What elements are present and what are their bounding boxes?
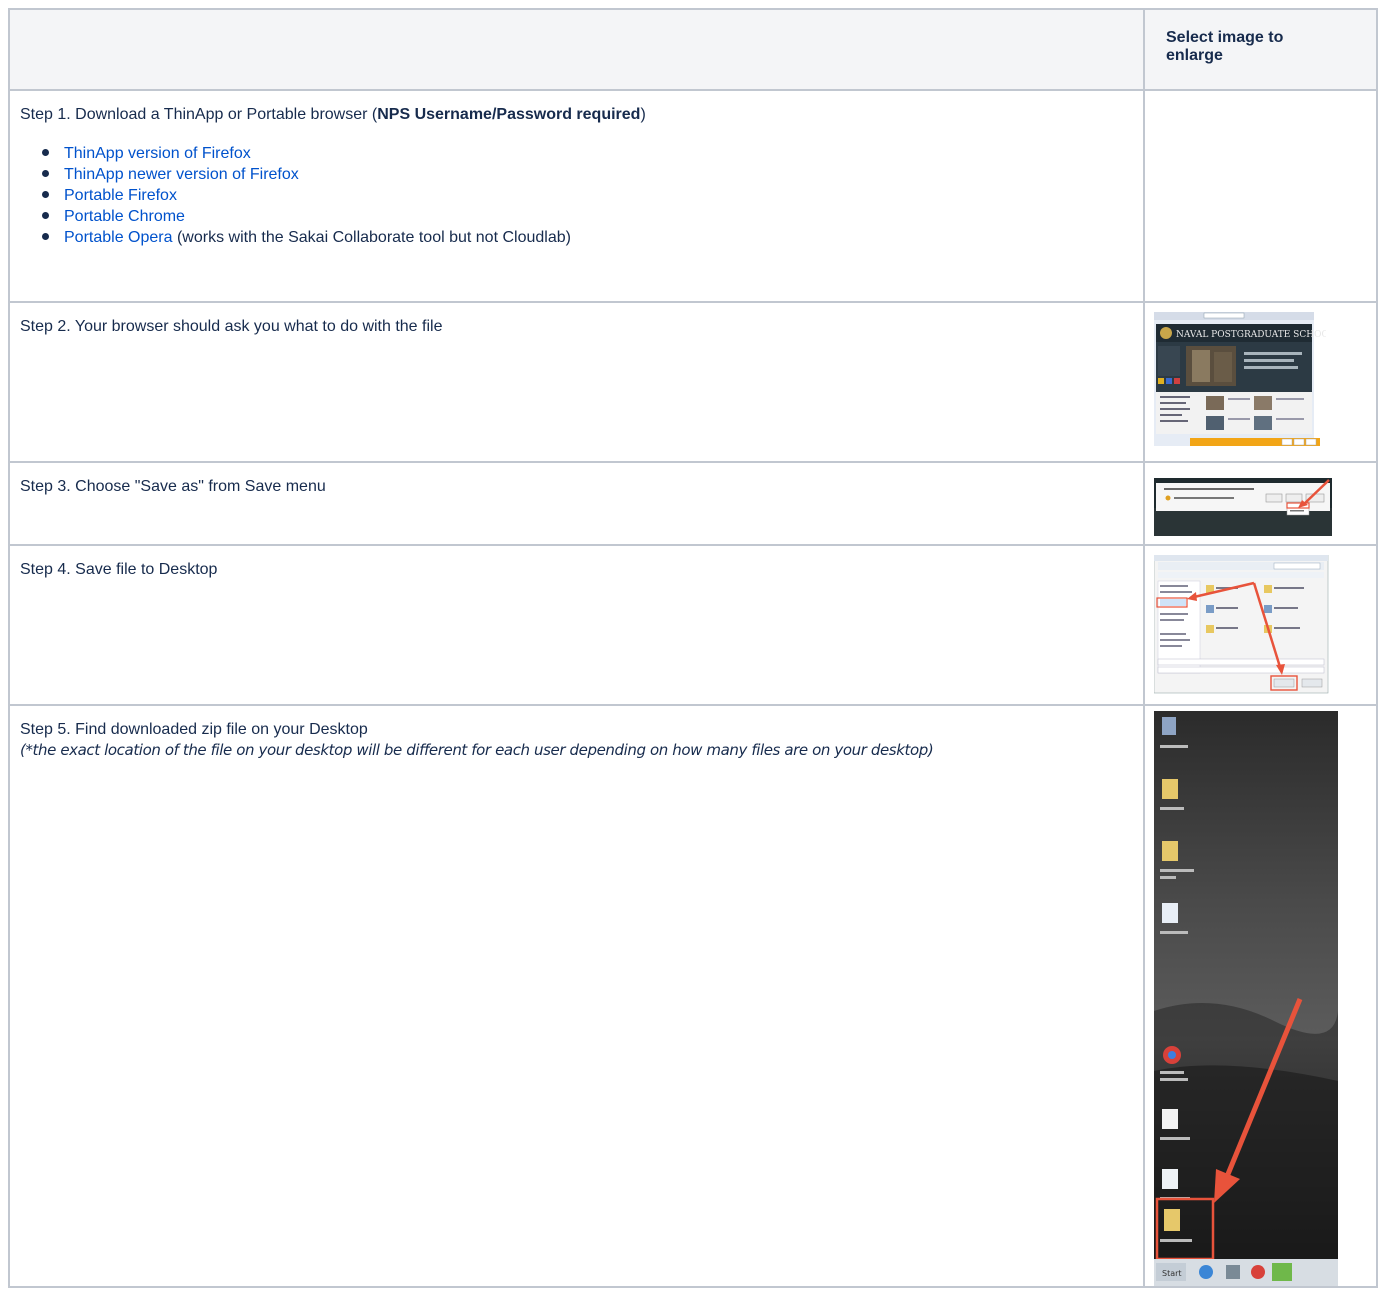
step-4-row: Step 4. Save file to Desktop	[8, 544, 1378, 706]
zip-folder-icon	[1164, 1209, 1180, 1231]
save-dialog-thumbnail[interactable]	[1154, 478, 1332, 538]
save-to-desktop-thumbnail[interactable]	[1154, 555, 1334, 695]
step-3-row: Step 3. Choose "Save as" from Save menu	[8, 461, 1378, 546]
step-2-text: Step 2. Your browser should ask you what…	[20, 318, 443, 335]
step-5-image-cell: Start	[1143, 704, 1378, 1288]
file-icon	[1162, 1169, 1178, 1189]
step-2-image-cell: NAVAL POSTGRADUATE SCHOOL	[1143, 301, 1378, 463]
step-1-image-cell	[1143, 89, 1378, 303]
credentials-required: NPS Username/Password required	[377, 106, 641, 123]
folder-icon	[1162, 779, 1178, 799]
step-2-row: Step 2. Your browser should ask you what…	[8, 301, 1378, 463]
step-5-cell: Step 5. Find downloaded zip file on your…	[8, 704, 1145, 1288]
recycle-bin-icon	[1162, 717, 1176, 735]
folder-icon	[1162, 841, 1178, 861]
step-4-text: Step 4. Save file to Desktop	[20, 561, 218, 578]
header-row: Select image to enlarge	[8, 8, 1378, 91]
step-3-text: Step 3. Choose "Save as" from Save menu	[20, 478, 326, 495]
portable-firefox-link[interactable]: Portable Firefox	[64, 187, 177, 204]
browser-screenshot-thumbnail[interactable]: NAVAL POSTGRADUATE SCHOOL	[1154, 312, 1326, 456]
nps-banner-text: NAVAL POSTGRADUATE SCHOOL	[1176, 330, 1326, 340]
list-item: Portable Chrome	[42, 206, 1133, 227]
step-3-image-cell	[1143, 461, 1378, 546]
download-links-list: ThinApp version of Firefox ThinApp newer…	[20, 143, 1133, 248]
step-5-row: Step 5. Find downloaded zip file on your…	[8, 704, 1378, 1288]
step-4-image-cell	[1143, 544, 1378, 706]
portable-opera-link[interactable]: Portable Opera	[64, 229, 173, 246]
step-1-text: Step 1. Download a ThinApp or Portable b…	[20, 106, 646, 123]
steps-table: Select image to enlarge Step 1. Download…	[8, 8, 1378, 1288]
header-image-cell: Select image to enlarge	[1143, 8, 1378, 91]
header-step-cell	[8, 8, 1145, 91]
step-4-cell: Step 4. Save file to Desktop	[8, 544, 1145, 706]
list-item: ThinApp newer version of Firefox	[42, 164, 1133, 185]
portable-chrome-link[interactable]: Portable Chrome	[64, 208, 185, 225]
list-item: ThinApp version of Firefox	[42, 143, 1133, 164]
list-item: Portable Firefox	[42, 185, 1133, 206]
file-icon	[1162, 1109, 1178, 1129]
chart-app-icon[interactable]	[1272, 1263, 1292, 1281]
step-2-cell: Step 2. Your browser should ask you what…	[8, 301, 1145, 463]
opera-note: (works with the Sakai Collaborate tool b…	[172, 229, 571, 246]
step-1-row: Step 1. Download a ThinApp or Portable b…	[8, 89, 1378, 303]
step-1-cell: Step 1. Download a ThinApp or Portable b…	[8, 89, 1145, 303]
select-image-header: Select image to enlarge	[1166, 29, 1284, 64]
file-icon	[1162, 903, 1178, 923]
list-item: Portable Opera (works with the Sakai Col…	[42, 227, 1133, 248]
ie-icon[interactable]	[1199, 1265, 1213, 1279]
step-5-text: Step 5. Find downloaded zip file on your…	[20, 721, 368, 738]
thinapp-newer-firefox-link[interactable]: ThinApp newer version of Firefox	[64, 166, 299, 183]
step-3-cell: Step 3. Choose "Save as" from Save menu	[8, 461, 1145, 546]
chrome-taskbar-icon[interactable]	[1251, 1265, 1265, 1279]
thinapp-firefox-link[interactable]: ThinApp version of Firefox	[64, 145, 251, 162]
step-5-note: (*the exact location of the file on your…	[20, 741, 934, 759]
start-label: Start	[1162, 1269, 1182, 1278]
media-icon[interactable]	[1226, 1265, 1240, 1279]
desktop-screenshot-thumbnail[interactable]: Start	[1154, 711, 1340, 1286]
